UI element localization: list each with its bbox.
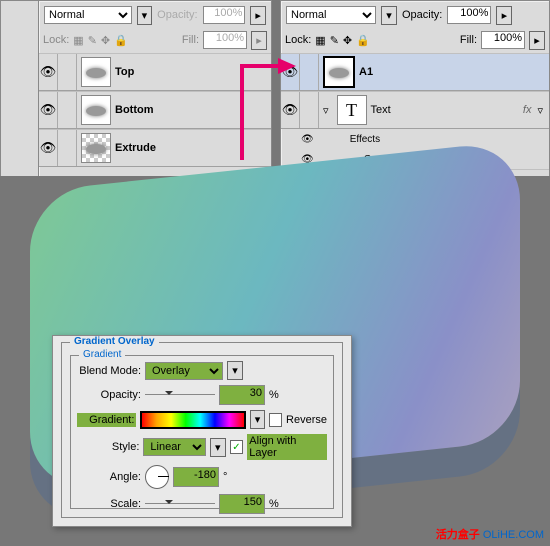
dropdown-icon[interactable]: ▾ xyxy=(137,6,153,25)
dropdown-icon: ▸ xyxy=(251,31,267,50)
style-label: Style: xyxy=(77,441,139,453)
lock-all-icon[interactable]: 🔒 xyxy=(356,34,370,47)
type-layer-thumbnail[interactable]: T xyxy=(337,95,367,125)
blend-mode-select[interactable]: Normal xyxy=(286,6,376,24)
layer-row[interactable]: 👁 ▿ T Text fx ▿ xyxy=(281,91,549,129)
lock-position-icon[interactable]: ✥ xyxy=(343,34,352,47)
eye-column xyxy=(0,0,40,178)
opacity-value: 100% xyxy=(203,6,246,24)
layer-row[interactable]: 👁 Top xyxy=(39,53,271,91)
fill-value: 100% xyxy=(203,31,247,49)
lock-position-icon[interactable]: ✥ xyxy=(101,34,110,47)
fx-badge[interactable]: fx xyxy=(523,104,532,116)
layer-thumbnail[interactable] xyxy=(323,56,355,88)
fill-value[interactable]: 100% xyxy=(481,31,525,49)
blend-mode-select[interactable]: Overlay xyxy=(145,362,223,380)
dropdown-icon[interactable]: ▸ xyxy=(496,6,512,25)
layer-row[interactable]: 👁 Extrude xyxy=(39,129,271,167)
visibility-icon[interactable]: 👁 xyxy=(39,64,57,80)
visibility-icon[interactable]: 👁 xyxy=(39,102,57,118)
opacity-label: Opacity: xyxy=(402,9,442,21)
visibility-icon[interactable]: 👁 xyxy=(301,134,314,145)
angle-label: Angle: xyxy=(77,471,141,483)
lock-transparency-icon[interactable]: ▦ xyxy=(315,34,325,47)
dropdown-icon[interactable]: ▾ xyxy=(210,438,226,457)
layer-row-selected[interactable]: 👁 A1 xyxy=(281,53,549,91)
visibility-icon[interactable]: 👁 xyxy=(281,102,299,118)
opacity-label: Opacity: xyxy=(157,9,197,21)
layer-name: Extrude xyxy=(115,142,156,154)
scale-input[interactable]: 150 xyxy=(219,494,265,514)
opacity-value[interactable]: 100% xyxy=(447,6,491,24)
lock-transparency-icon[interactable]: ▦ xyxy=(73,34,83,47)
dropdown-icon[interactable]: ▸ xyxy=(529,31,545,50)
visibility-icon[interactable]: 👁 xyxy=(39,140,57,156)
layer-name: A1 xyxy=(359,66,373,78)
fill-label: Fill: xyxy=(460,34,477,46)
layer-name: Text xyxy=(371,104,391,116)
lock-all-icon[interactable]: 🔒 xyxy=(114,34,128,47)
lock-pixels-icon[interactable]: ✎ xyxy=(330,34,339,47)
blend-mode-select[interactable]: Normal xyxy=(44,6,132,24)
layer-name: Top xyxy=(115,66,134,78)
effects-row[interactable]: 👁 Effects xyxy=(281,129,549,149)
scale-label: Scale: xyxy=(77,498,141,510)
opacity-input[interactable]: 30 xyxy=(219,385,265,405)
angle-dial[interactable] xyxy=(145,465,169,489)
style-select[interactable]: Linear xyxy=(143,438,206,456)
layers-panel-left: Normal ▾ Opacity: 100% ▸ Lock: ▦ ✎ ✥ 🔒 F… xyxy=(38,0,272,178)
gradient-overlay-dialog: Gradient Overlay Gradient Blend Mode: Ov… xyxy=(52,335,352,527)
opacity-label: Opacity: xyxy=(77,389,141,401)
reverse-label: Reverse xyxy=(286,414,327,426)
align-label: Align with Layer xyxy=(247,434,327,460)
dropdown-icon: ▸ xyxy=(250,6,266,25)
lock-label: Lock: xyxy=(285,34,311,46)
reverse-checkbox[interactable] xyxy=(269,413,282,427)
gradient-label: Gradient: xyxy=(77,413,136,427)
align-checkbox[interactable]: ✓ xyxy=(230,440,244,454)
fx-expand-icon[interactable]: ▿ xyxy=(537,104,543,117)
layer-name: Bottom xyxy=(115,104,154,116)
watermark: 活力盒子 OLiHE.COM xyxy=(436,526,544,542)
dropdown-icon[interactable]: ▾ xyxy=(381,6,397,25)
dialog-subtitle: Gradient xyxy=(79,349,125,360)
gradient-picker[interactable] xyxy=(140,411,246,429)
scale-slider[interactable] xyxy=(145,499,215,509)
layer-thumbnail[interactable] xyxy=(81,95,111,125)
lock-label: Lock: xyxy=(43,34,69,46)
visibility-icon[interactable]: 👁 xyxy=(281,64,299,80)
layer-thumbnail[interactable] xyxy=(81,57,111,87)
lock-pixels-icon[interactable]: ✎ xyxy=(88,34,97,47)
expand-icon[interactable]: ▿ xyxy=(323,104,329,117)
layer-row[interactable]: 👁 Bottom xyxy=(39,91,271,129)
dropdown-icon[interactable]: ▾ xyxy=(250,410,265,429)
fill-label: Fill: xyxy=(182,34,199,46)
angle-input[interactable]: -180 xyxy=(173,467,219,487)
blend-mode-label: Blend Mode: xyxy=(77,365,141,377)
dropdown-icon[interactable]: ▾ xyxy=(227,361,243,380)
opacity-slider[interactable] xyxy=(145,390,215,400)
layer-thumbnail[interactable] xyxy=(81,133,111,163)
dialog-title: Gradient Overlay xyxy=(70,336,159,347)
